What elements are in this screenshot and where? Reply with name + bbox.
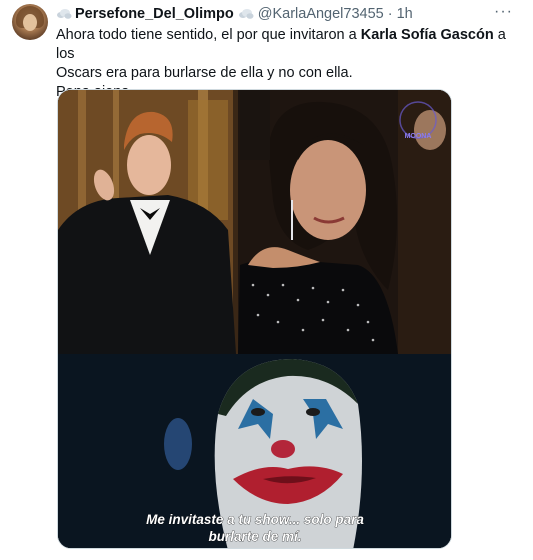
meme-subtitle-line-2: burlarte de mí. xyxy=(208,529,301,544)
separator-dot: · xyxy=(387,6,393,22)
more-options-icon[interactable]: ··· xyxy=(494,3,513,21)
cloud-emoji-icon xyxy=(238,9,254,19)
tweet-text-line-1: Ahora todo tiene sentido, el por que inv… xyxy=(56,26,516,64)
cloud-emoji-icon xyxy=(57,9,72,19)
tweet-header: Persefone_Del_Olimpo @KarlaAngel73455 · … xyxy=(56,4,413,24)
tweet-text-segment: Ahora todo tiene sentido, el por que inv… xyxy=(56,27,361,43)
tweet-media-image[interactable]: MOONA Me invitaste a tu show... solo par… xyxy=(57,89,452,549)
meme-top-panel: MOONA xyxy=(58,90,451,354)
meme-bottom-panel: Me invitaste a tu show... solo para burl… xyxy=(58,354,451,548)
tweet-text-line-2: Oscars era para burlarse de ella y no co… xyxy=(56,65,353,81)
avatar[interactable] xyxy=(12,4,48,40)
timestamp[interactable]: 1h xyxy=(397,6,413,22)
meme-subtitle-line-1: Me invitaste a tu show... solo para xyxy=(146,512,364,527)
tweet-text-bold-name: Karla Sofía Gascón xyxy=(360,27,494,43)
tweet[interactable]: Persefone_Del_Olimpo @KarlaAngel73455 · … xyxy=(0,0,533,560)
watermark-text: MOONA xyxy=(405,133,432,140)
avatar-face xyxy=(23,14,37,31)
display-name[interactable]: Persefone_Del_Olimpo xyxy=(75,6,234,22)
user-handle[interactable]: @KarlaAngel73455 xyxy=(258,6,384,22)
